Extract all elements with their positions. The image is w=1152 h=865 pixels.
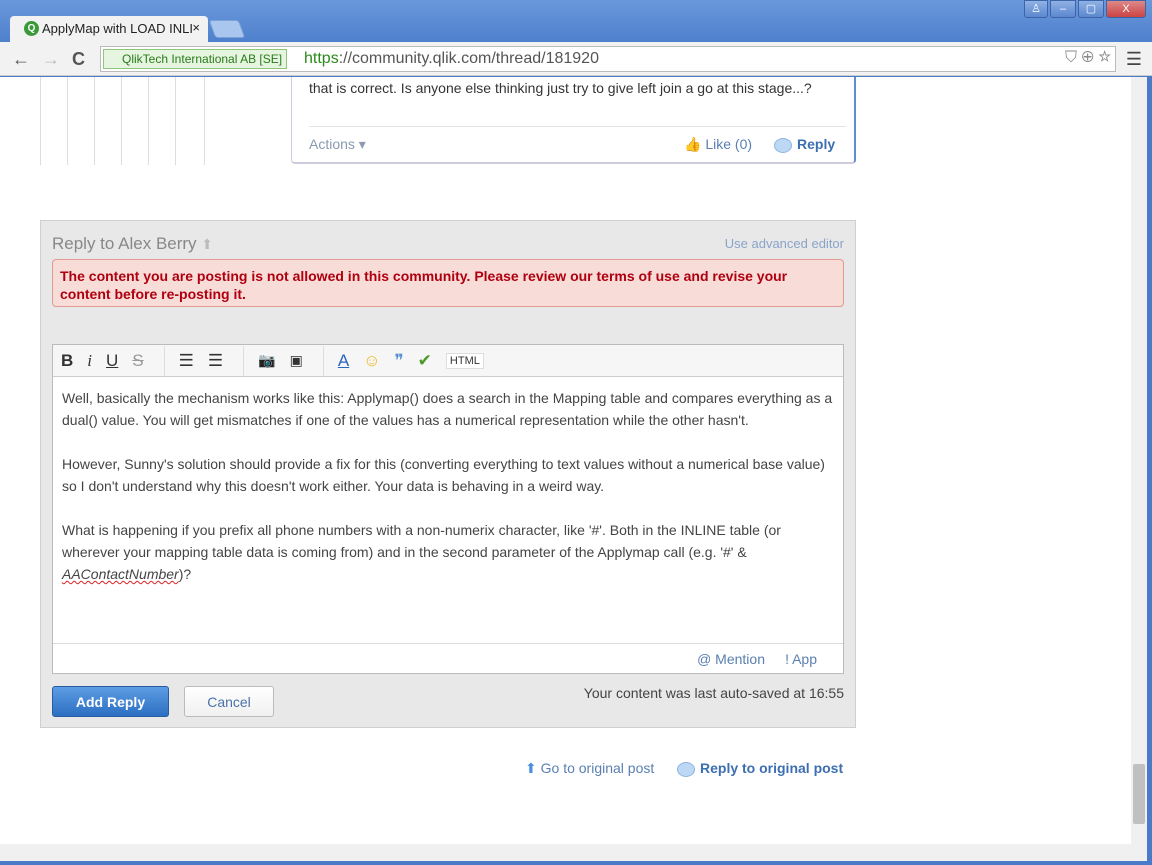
rich-text-editor[interactable]: B i U S ☰ ☰ 📷 ▣ A ☺ ❞ ✔ HTML Well, basic… [52, 344, 844, 674]
browser-toolbar: ← → C QlikTech International AB [SE] htt… [0, 42, 1152, 76]
emoji-button[interactable]: ☺ [363, 351, 380, 371]
ev-certificate-badge[interactable]: QlikTech International AB [SE] [103, 49, 288, 69]
divider [163, 345, 165, 376]
title-bar: Q ApplyMap with LOAD INLI × ♙ – ▢ X [0, 0, 1152, 42]
reply-original-label: Reply to original post [700, 760, 844, 776]
reply-label: Reply [797, 136, 836, 152]
divider [40, 77, 41, 165]
italic-button[interactable]: i [87, 351, 92, 371]
url-text: https://community.qlik.com/thread/181920 [304, 50, 599, 68]
paragraph: Well, basically the mechanism works like… [62, 390, 833, 428]
add-reply-button[interactable]: Add Reply [52, 686, 169, 717]
new-tab-button[interactable] [208, 20, 246, 38]
go-to-original-post-link[interactable]: ⬆ Go to original post [525, 760, 654, 777]
paragraph-text: What is happening if you prefix all phon… [62, 522, 781, 560]
error-message: The content you are posting is not allow… [52, 259, 844, 307]
reply-box: Reply to Alex Berry ⬆ Use advanced edito… [40, 220, 856, 728]
spellcheck-button[interactable]: ✔ [418, 351, 432, 371]
page-content: that is correct. Is anyone else thinking… [0, 77, 1131, 844]
use-advanced-editor-link[interactable]: Use advanced editor [725, 236, 844, 251]
url-path: ://community.qlik.com/thread/181920 [338, 50, 599, 67]
cancel-button[interactable]: Cancel [184, 686, 274, 717]
app-button[interactable]: ! App [785, 651, 817, 667]
paragraph-text: )? [178, 566, 192, 582]
minimize-button[interactable]: – [1050, 0, 1076, 18]
bullet-list-button[interactable]: ☰ [179, 351, 194, 371]
divider [67, 77, 68, 165]
font-style-button[interactable]: A [338, 351, 349, 371]
reload-icon[interactable]: C [72, 49, 85, 70]
paragraph: What is happening if you prefix all phon… [62, 519, 834, 585]
numbered-list-button[interactable]: ☰ [208, 351, 223, 371]
browser-tab[interactable]: Q ApplyMap with LOAD INLI × [10, 16, 208, 42]
underline-button[interactable]: U [106, 351, 118, 371]
menu-icon[interactable]: ☰ [1126, 49, 1142, 70]
scrollbar-thumb[interactable] [1133, 764, 1145, 824]
divider [148, 77, 149, 165]
image-button[interactable]: 📷 [258, 352, 275, 369]
tab-close-icon[interactable]: × [192, 20, 200, 35]
reply-title-text: Reply to Alex Berry [52, 234, 197, 253]
go-original-label: Go to original post [540, 760, 655, 776]
divider [309, 126, 846, 127]
arrow-up-icon: ⬆ [525, 760, 537, 776]
speech-bubble-icon [677, 761, 695, 777]
back-icon[interactable]: ← [12, 49, 30, 70]
editor-toolbar: B i U S ☰ ☰ 📷 ▣ A ☺ ❞ ✔ HTML [53, 345, 843, 377]
divider [322, 345, 324, 376]
ev-cert-label: QlikTech International AB [SE] [122, 52, 283, 66]
paragraph: However, Sunny's solution should provide… [62, 456, 825, 494]
post-text: that is correct. Is anyone else thinking… [309, 80, 812, 96]
quote-button[interactable]: ❞ [395, 351, 404, 371]
reply-title: Reply to Alex Berry ⬆ [52, 234, 213, 254]
user-icon[interactable]: ♙ [1024, 0, 1048, 18]
horizontal-scrollbar[interactable] [0, 844, 1131, 861]
arrow-up-icon: ⬆ [201, 236, 214, 252]
vertical-scrollbar[interactable] [1131, 77, 1147, 861]
shield-zoom-star-icons[interactable]: ⛉ ⊕ ☆ [1065, 49, 1111, 67]
actions-menu[interactable]: Actions ▾ [309, 136, 366, 153]
strikethrough-button[interactable]: S [132, 351, 143, 371]
divider [175, 77, 176, 165]
forward-icon[interactable]: → [42, 49, 60, 70]
address-bar[interactable]: QlikTech International AB [SE] https://c… [100, 46, 1116, 72]
divider [94, 77, 95, 165]
like-label: Like (0) [705, 136, 753, 152]
tab-title: ApplyMap with LOAD INLI [42, 21, 194, 36]
close-button[interactable]: X [1106, 0, 1146, 18]
divider [243, 345, 245, 376]
reply-to-original-post-link[interactable]: Reply to original post [677, 760, 843, 777]
reply-button[interactable]: Reply [774, 136, 835, 153]
divider [121, 77, 122, 165]
italic-text: AAContactNumber [62, 566, 179, 582]
previous-post: that is correct. Is anyone else thinking… [291, 77, 856, 164]
html-button[interactable]: HTML [445, 352, 484, 369]
qlik-favicon: Q [24, 21, 39, 36]
video-button[interactable]: ▣ [290, 352, 303, 369]
editor-footer: @ Mention ! App [53, 643, 843, 673]
thumbs-up-icon: 👍 [684, 136, 702, 152]
mention-button[interactable]: @ Mention [697, 651, 765, 667]
editor-content[interactable]: Well, basically the mechanism works like… [53, 377, 843, 617]
url-scheme: https [304, 50, 339, 67]
maximize-button[interactable]: ▢ [1078, 0, 1104, 18]
like-button[interactable]: 👍 Like (0) [684, 136, 752, 153]
autosave-status: Your content was last auto-saved at 16:5… [583, 685, 844, 701]
speech-bubble-icon [774, 137, 792, 153]
bold-button[interactable]: B [61, 351, 73, 371]
divider [204, 77, 205, 165]
